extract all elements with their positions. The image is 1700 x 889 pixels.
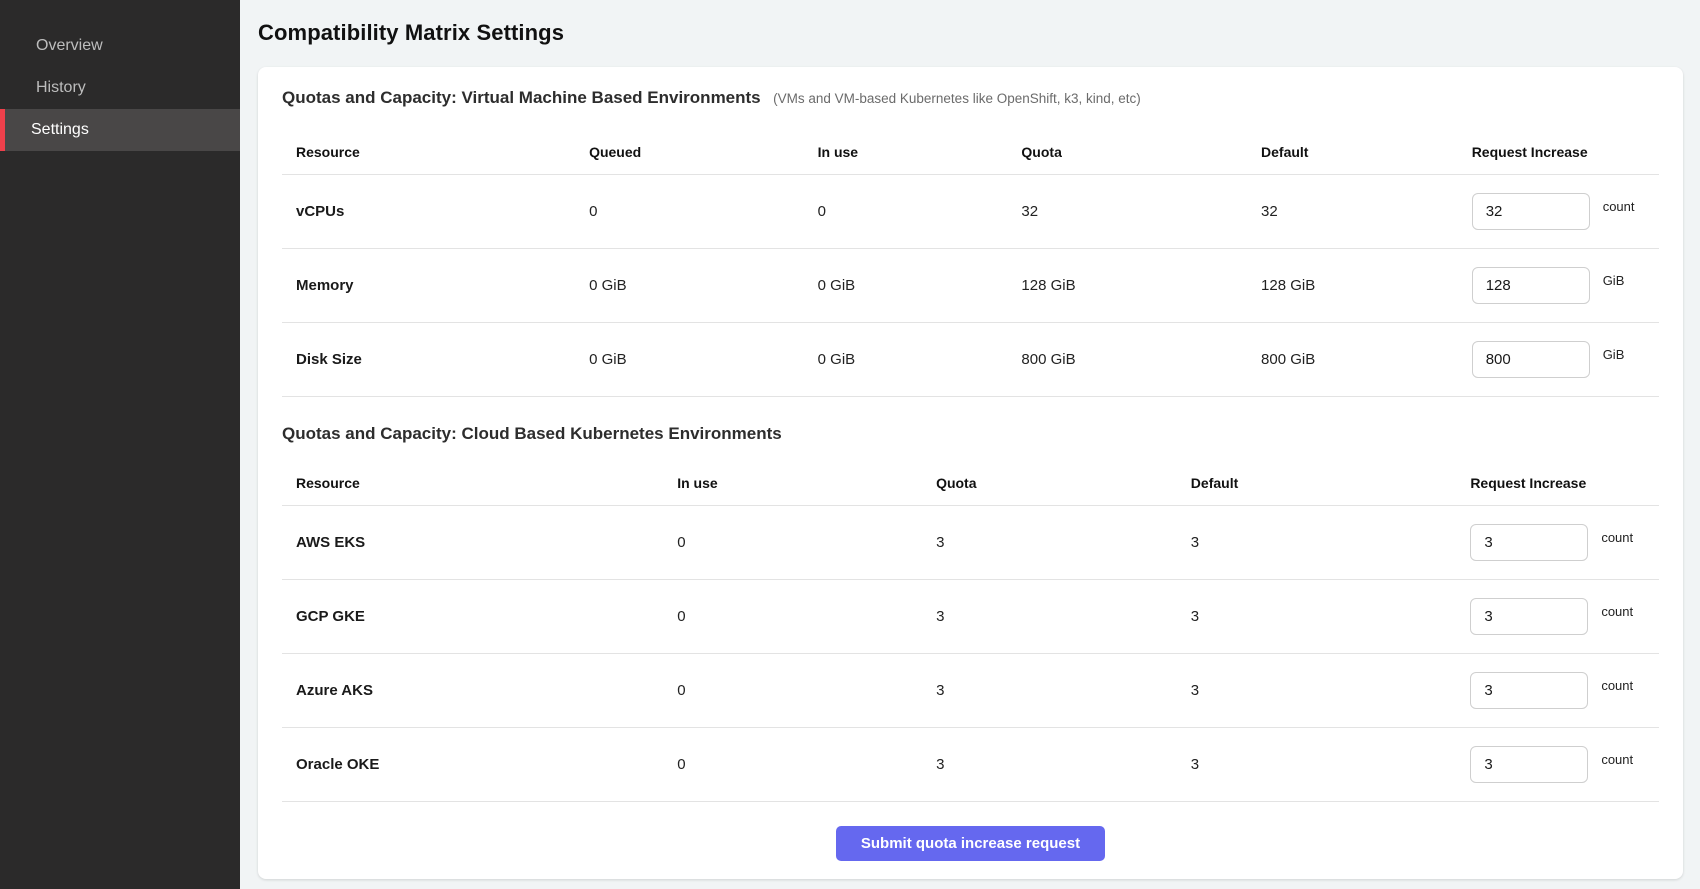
resource-name: Azure AKS — [282, 654, 677, 728]
cloud-col-resource: Resource — [282, 462, 677, 506]
sidebar-item-settings-label: Settings — [31, 121, 89, 139]
main-content: Compatibility Matrix Settings Quotas and… — [240, 0, 1700, 889]
cloud-col-request-increase: Request Increase — [1470, 462, 1659, 506]
sidebar: Overview History Settings — [0, 0, 240, 889]
queued-value: 0 — [589, 174, 818, 248]
resource-name: Memory — [282, 248, 589, 322]
quota-value: 128 GiB — [1021, 248, 1261, 322]
resource-name: Disk Size — [282, 322, 589, 396]
memory-request-input[interactable] — [1472, 267, 1590, 304]
cloud-col-quota: Quota — [936, 462, 1191, 506]
table-row-aws-eks: AWS EKS 0 3 3 count — [282, 506, 1659, 580]
cloud-quota-table: Resource In use Quota Default Request In… — [282, 462, 1659, 803]
vm-table-header-row: Resource Queued In use Quota Default Req… — [282, 130, 1659, 174]
unit-label: count — [1601, 604, 1633, 619]
queued-value: 0 GiB — [589, 322, 818, 396]
vm-quota-table: Resource Queued In use Quota Default Req… — [282, 130, 1659, 397]
vm-col-quota: Quota — [1021, 130, 1261, 174]
sidebar-item-overview-label: Overview — [36, 37, 103, 55]
table-row-memory: Memory 0 GiB 0 GiB 128 GiB 128 GiB GiB — [282, 248, 1659, 322]
request-increase-cell: count — [1470, 524, 1659, 561]
cloud-col-in-use: In use — [677, 462, 936, 506]
quota-value: 800 GiB — [1021, 322, 1261, 396]
unit-label: GiB — [1603, 273, 1625, 288]
vm-col-in-use: In use — [818, 130, 1022, 174]
quota-value: 3 — [936, 580, 1191, 654]
quota-value: 3 — [936, 654, 1191, 728]
table-row-azure-aks: Azure AKS 0 3 3 count — [282, 654, 1659, 728]
vm-col-queued: Queued — [589, 130, 818, 174]
in-use-value: 0 — [677, 580, 936, 654]
table-row-vcpus: vCPUs 0 0 32 32 count — [282, 174, 1659, 248]
resource-name: AWS EKS — [282, 506, 677, 580]
in-use-value: 0 GiB — [818, 322, 1022, 396]
sidebar-item-overview[interactable]: Overview — [0, 25, 240, 67]
vm-col-request-increase: Request Increase — [1472, 130, 1659, 174]
cloud-section-header: Quotas and Capacity: Cloud Based Kuberne… — [282, 423, 1659, 446]
in-use-value: 0 GiB — [818, 248, 1022, 322]
default-value: 32 — [1261, 174, 1472, 248]
submit-quota-increase-button[interactable]: Submit quota increase request — [836, 826, 1105, 861]
unit-label: count — [1601, 678, 1633, 693]
default-value: 3 — [1191, 654, 1471, 728]
cloud-col-default: Default — [1191, 462, 1471, 506]
quota-value: 3 — [936, 728, 1191, 802]
sidebar-item-settings[interactable]: Settings — [0, 109, 240, 151]
vm-col-default: Default — [1261, 130, 1472, 174]
oracle-oke-request-input[interactable] — [1470, 746, 1588, 783]
in-use-value: 0 — [677, 728, 936, 802]
azure-aks-request-input[interactable] — [1470, 672, 1588, 709]
sidebar-item-history-label: History — [36, 79, 86, 97]
table-row-gcp-gke: GCP GKE 0 3 3 count — [282, 580, 1659, 654]
default-value: 3 — [1191, 506, 1471, 580]
request-increase-cell: GiB — [1472, 267, 1659, 304]
request-increase-cell: count — [1470, 672, 1659, 709]
resource-name: vCPUs — [282, 174, 589, 248]
request-increase-cell: count — [1470, 598, 1659, 635]
in-use-value: 0 — [818, 174, 1022, 248]
quota-settings-card: Quotas and Capacity: Virtual Machine Bas… — [258, 67, 1683, 879]
unit-label: count — [1601, 530, 1633, 545]
quota-value: 3 — [936, 506, 1191, 580]
cloud-section-title: Quotas and Capacity: Cloud Based Kuberne… — [282, 424, 782, 443]
default-value: 3 — [1191, 580, 1471, 654]
submit-button-row: Submit quota increase request — [282, 826, 1659, 861]
table-row-disk-size: Disk Size 0 GiB 0 GiB 800 GiB 800 GiB Gi… — [282, 322, 1659, 396]
vm-section-subtitle: (VMs and VM-based Kubernetes like OpenSh… — [773, 91, 1141, 106]
disk-size-request-input[interactable] — [1472, 341, 1590, 378]
request-increase-cell: count — [1470, 746, 1659, 783]
resource-name: Oracle OKE — [282, 728, 677, 802]
unit-label: count — [1601, 752, 1633, 767]
quota-value: 32 — [1021, 174, 1261, 248]
request-increase-cell: GiB — [1472, 341, 1659, 378]
request-increase-cell: count — [1472, 193, 1659, 230]
vm-section-header: Quotas and Capacity: Virtual Machine Bas… — [282, 87, 1659, 110]
vcpus-request-input[interactable] — [1472, 193, 1590, 230]
unit-label: count — [1603, 199, 1635, 214]
cloud-table-header-row: Resource In use Quota Default Request In… — [282, 462, 1659, 506]
default-value: 3 — [1191, 728, 1471, 802]
aws-eks-request-input[interactable] — [1470, 524, 1588, 561]
in-use-value: 0 — [677, 506, 936, 580]
vm-section-title: Quotas and Capacity: Virtual Machine Bas… — [282, 88, 761, 107]
default-value: 128 GiB — [1261, 248, 1472, 322]
vm-col-resource: Resource — [282, 130, 589, 174]
default-value: 800 GiB — [1261, 322, 1472, 396]
unit-label: GiB — [1603, 347, 1625, 362]
page-title: Compatibility Matrix Settings — [258, 20, 1683, 46]
sidebar-item-history[interactable]: History — [0, 67, 240, 109]
queued-value: 0 GiB — [589, 248, 818, 322]
resource-name: GCP GKE — [282, 580, 677, 654]
in-use-value: 0 — [677, 654, 936, 728]
gcp-gke-request-input[interactable] — [1470, 598, 1588, 635]
table-row-oracle-oke: Oracle OKE 0 3 3 count — [282, 728, 1659, 802]
